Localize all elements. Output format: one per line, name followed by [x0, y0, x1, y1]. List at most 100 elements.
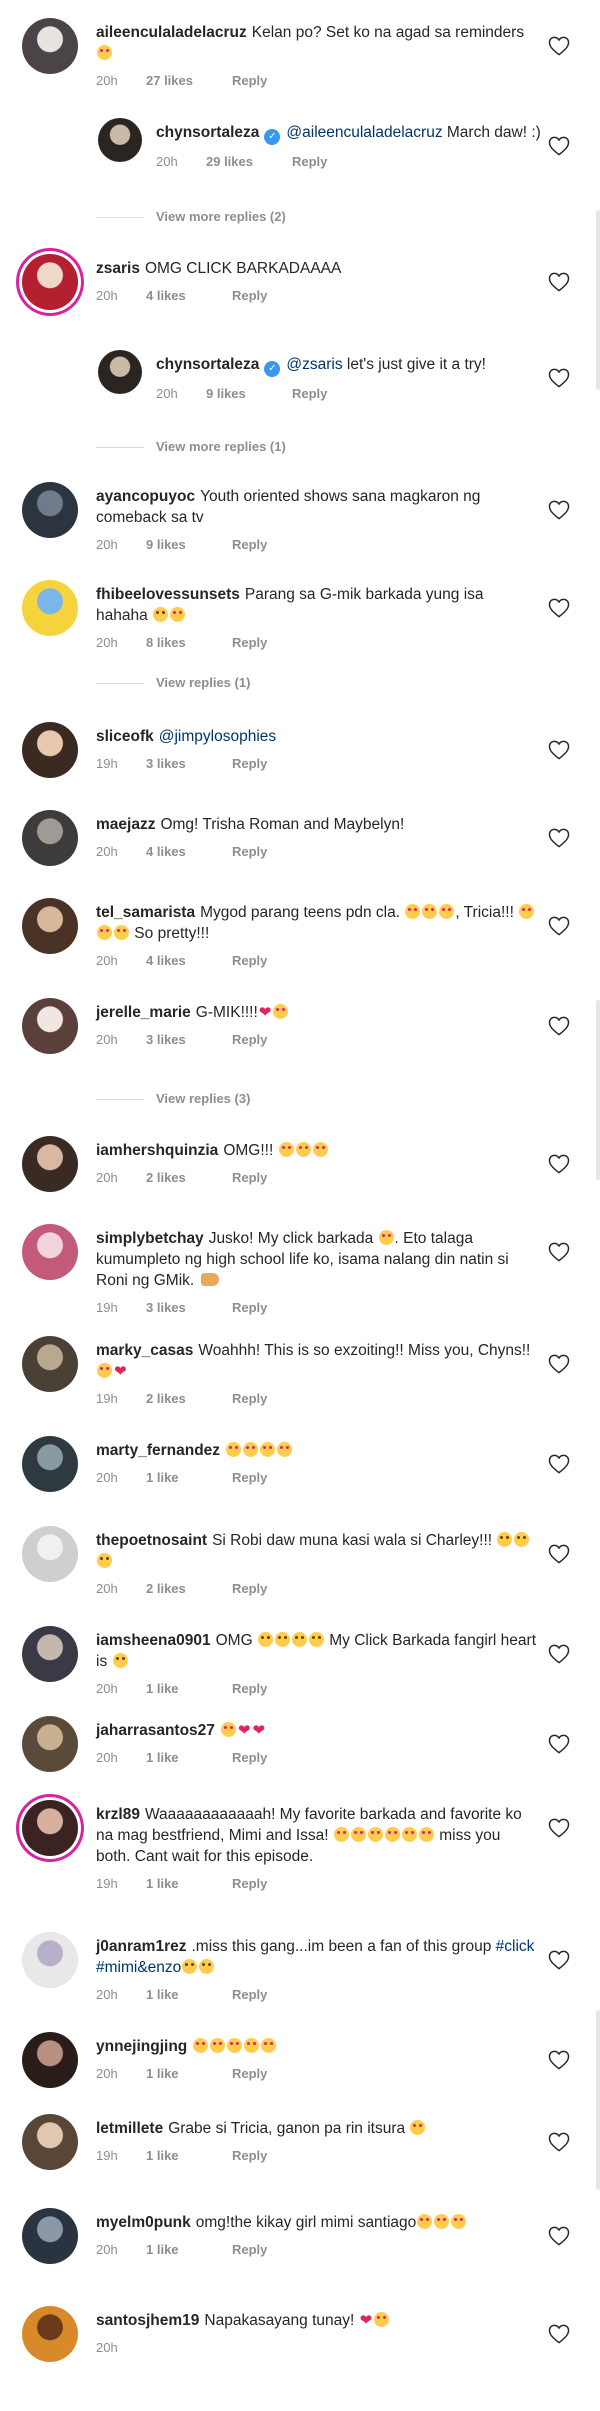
avatar[interactable] — [22, 722, 78, 778]
likes-count-button[interactable]: 2 likes — [146, 1581, 232, 1596]
likes-count-button[interactable]: 27 likes — [146, 73, 232, 88]
likes-count-button[interactable]: 4 likes — [146, 953, 232, 968]
likes-count-button[interactable]: 2 likes — [146, 1391, 232, 1406]
likes-count-button[interactable]: 29 likes — [206, 154, 292, 169]
likes-count-button[interactable]: 1 like — [146, 2148, 232, 2163]
avatar[interactable] — [22, 2208, 78, 2264]
likes-count-button[interactable]: 1 like — [146, 2242, 232, 2257]
like-heart-icon[interactable] — [548, 500, 570, 520]
reply-button[interactable]: Reply — [232, 756, 267, 771]
likes-count-button[interactable]: 1 like — [146, 1876, 232, 1891]
scrollbar[interactable] — [596, 2010, 600, 2190]
hashtag-link[interactable]: #click — [496, 1938, 535, 1955]
username-link[interactable]: aileenculaladelacruz — [96, 24, 247, 41]
reply-button[interactable]: Reply — [232, 73, 267, 88]
username-link[interactable]: myelm0punk — [96, 2214, 191, 2231]
avatar[interactable] — [22, 2114, 78, 2170]
likes-count-button[interactable]: 1 like — [146, 1470, 232, 1485]
hashtag-link[interactable]: #mimi&enzo — [96, 1959, 181, 1976]
reply-button[interactable]: Reply — [232, 1470, 267, 1485]
like-heart-icon[interactable] — [548, 1950, 570, 1970]
view-replies-button[interactable]: View more replies (2) — [96, 208, 496, 228]
username-link[interactable]: maejazz — [96, 816, 155, 833]
reply-button[interactable]: Reply — [232, 1750, 267, 1765]
like-heart-icon[interactable] — [548, 740, 570, 760]
username-link[interactable]: letmillete — [96, 2120, 163, 2137]
like-heart-icon[interactable] — [548, 1242, 570, 1262]
avatar[interactable] — [22, 2032, 78, 2088]
reply-button[interactable]: Reply — [232, 2066, 267, 2081]
username-link[interactable]: krzl89 — [96, 1806, 140, 1823]
like-heart-icon[interactable] — [548, 916, 570, 936]
like-heart-icon[interactable] — [548, 1734, 570, 1754]
username-link[interactable]: chynsortaleza — [156, 356, 259, 373]
like-heart-icon[interactable] — [548, 136, 570, 156]
like-heart-icon[interactable] — [548, 272, 570, 292]
mention-link[interactable]: @aileenculaladelacruz — [286, 124, 442, 141]
username-link[interactable]: jerelle_marie — [96, 1004, 191, 1021]
avatar[interactable] — [22, 810, 78, 866]
like-heart-icon[interactable] — [548, 1454, 570, 1474]
avatar[interactable] — [22, 1932, 78, 1988]
username-link[interactable]: marty_fernandez — [96, 1442, 220, 1459]
avatar[interactable] — [22, 580, 78, 636]
avatar[interactable] — [22, 1436, 78, 1492]
reply-button[interactable]: Reply — [232, 1032, 267, 1047]
like-heart-icon[interactable] — [548, 2132, 570, 2152]
like-heart-icon[interactable] — [548, 1644, 570, 1664]
avatar[interactable] — [22, 1526, 78, 1582]
view-replies-button[interactable]: View replies (1) — [96, 674, 496, 694]
likes-count-button[interactable]: 3 likes — [146, 756, 232, 771]
likes-count-button[interactable]: 9 likes — [146, 537, 232, 552]
reply-button[interactable]: Reply — [232, 635, 267, 650]
like-heart-icon[interactable] — [548, 368, 570, 388]
reply-button[interactable]: Reply — [232, 1391, 267, 1406]
mention-link[interactable]: @zsaris — [286, 356, 342, 373]
reply-button[interactable]: Reply — [232, 288, 267, 303]
username-link[interactable]: zsaris — [96, 260, 140, 277]
username-link[interactable]: iamsheena0901 — [96, 1632, 211, 1649]
avatar[interactable] — [22, 1716, 78, 1772]
like-heart-icon[interactable] — [548, 36, 570, 56]
view-replies-button[interactable]: View more replies (1) — [96, 438, 496, 458]
mention-link[interactable]: @jimpylosophies — [159, 728, 276, 745]
avatar[interactable] — [22, 1336, 78, 1392]
username-link[interactable]: simplybetchay — [96, 1230, 204, 1247]
avatar[interactable] — [22, 2306, 78, 2362]
username-link[interactable]: ynnejingjing — [96, 2038, 187, 2055]
likes-count-button[interactable]: 1 like — [146, 1681, 232, 1696]
avatar[interactable] — [22, 1800, 78, 1856]
avatar[interactable] — [22, 1136, 78, 1192]
like-heart-icon[interactable] — [548, 598, 570, 618]
username-link[interactable]: sliceofk — [96, 728, 154, 745]
reply-button[interactable]: Reply — [232, 2148, 267, 2163]
likes-count-button[interactable]: 4 likes — [146, 844, 232, 859]
reply-button[interactable]: Reply — [292, 386, 327, 401]
username-link[interactable]: fhibeelovessunsets — [96, 586, 240, 603]
likes-count-button[interactable]: 1 like — [146, 2066, 232, 2081]
avatar[interactable] — [22, 482, 78, 538]
likes-count-button[interactable]: 1 like — [146, 1987, 232, 2002]
avatar[interactable] — [22, 898, 78, 954]
reply-button[interactable]: Reply — [232, 2242, 267, 2257]
like-heart-icon[interactable] — [548, 1544, 570, 1564]
like-heart-icon[interactable] — [548, 2050, 570, 2070]
username-link[interactable]: chynsortaleza — [156, 124, 259, 141]
username-link[interactable]: marky_casas — [96, 1342, 193, 1359]
username-link[interactable]: santosjhem19 — [96, 2312, 199, 2329]
avatar[interactable] — [22, 1224, 78, 1280]
username-link[interactable]: tel_samarista — [96, 904, 195, 921]
avatar[interactable] — [98, 350, 142, 394]
reply-button[interactable]: Reply — [232, 953, 267, 968]
reply-button[interactable]: Reply — [232, 1876, 267, 1891]
likes-count-button[interactable]: 3 likes — [146, 1300, 232, 1315]
reply-button[interactable]: Reply — [232, 1681, 267, 1696]
username-link[interactable]: iamhershquinzia — [96, 1142, 218, 1159]
avatar[interactable] — [98, 118, 142, 162]
reply-button[interactable]: Reply — [232, 1581, 267, 1596]
likes-count-button[interactable]: 2 likes — [146, 1170, 232, 1185]
reply-button[interactable]: Reply — [232, 1300, 267, 1315]
reply-button[interactable]: Reply — [232, 1170, 267, 1185]
like-heart-icon[interactable] — [548, 1016, 570, 1036]
view-replies-button[interactable]: View replies (3) — [96, 1090, 496, 1110]
